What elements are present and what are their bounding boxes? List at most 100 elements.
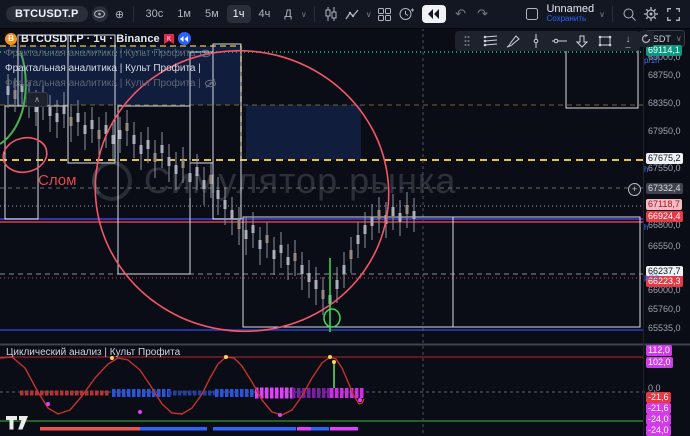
symbol-eye-badge[interactable] bbox=[92, 6, 108, 22]
horizontal-ray-tool[interactable] bbox=[551, 33, 567, 49]
legend-indicator-title: Фрактальная аналитика | Культ Профита bbox=[5, 48, 196, 59]
fullscreen-button[interactable] bbox=[662, 4, 684, 24]
watermark: Симулятор рынка bbox=[92, 160, 456, 202]
layout-name-block[interactable]: Unnamed Сохранить bbox=[546, 4, 594, 24]
chevron-down-icon[interactable]: ∨ bbox=[366, 10, 372, 19]
quick-search-button[interactable] bbox=[618, 4, 640, 24]
layout-grid-button[interactable] bbox=[374, 4, 396, 24]
legend-title-row[interactable]: B BTCUSDT.P · 1ч · Binance K bbox=[5, 31, 216, 46]
arrow-down-icon bbox=[576, 35, 588, 48]
refresh-button[interactable] bbox=[638, 31, 654, 47]
drag-handle[interactable] bbox=[459, 33, 475, 49]
gear-icon bbox=[644, 7, 658, 21]
eye-icon bbox=[94, 10, 105, 18]
timeframe-list: 30с1м5м1ч4чД bbox=[139, 5, 299, 23]
watermark-text: Симулятор рынка bbox=[144, 160, 456, 202]
price-level-label: 67675,2 bbox=[646, 153, 683, 164]
legend-indicator-row[interactable]: Фрактальная аналитика | Культ Профита bbox=[5, 46, 216, 61]
fullscreen-icon bbox=[667, 8, 680, 21]
tradingview-logo[interactable] bbox=[6, 416, 30, 436]
floating-drawing-toolbar bbox=[455, 31, 640, 51]
alert-clock-icon bbox=[399, 7, 414, 21]
price-level-label: -24,0 bbox=[646, 414, 671, 425]
replay-active-badge[interactable] bbox=[178, 32, 191, 45]
replay-button-active[interactable] bbox=[422, 5, 446, 23]
timeframe-Д[interactable]: Д bbox=[278, 5, 297, 23]
tradingview-logo-icon bbox=[6, 416, 30, 431]
axis-tick-label: 65760,0 bbox=[646, 304, 683, 315]
refresh-icon bbox=[641, 34, 651, 44]
top-toolbar: BTCUSDT.P ⊕ 30с1м5м1ч4чД ∨ ∨ bbox=[0, 0, 690, 29]
chart-window: BTCUSDT.P ⊕ 30с1м5м1ч4чД ∨ ∨ bbox=[0, 0, 690, 436]
download-button[interactable]: ↓ bbox=[620, 31, 636, 47]
eye-icon[interactable] bbox=[200, 49, 211, 58]
rectangle-tool[interactable] bbox=[597, 33, 613, 49]
timeframe-1м[interactable]: 1м bbox=[171, 5, 197, 23]
hray-icon bbox=[552, 38, 567, 44]
symbol-button[interactable]: BTCUSDT.P bbox=[6, 6, 88, 22]
chevron-down-icon[interactable]: ∨ bbox=[599, 10, 605, 19]
brush-icon bbox=[506, 35, 520, 48]
toolbar-separator bbox=[314, 6, 315, 22]
pane-collapse-button[interactable]: ∧ bbox=[26, 92, 48, 107]
square-icon bbox=[526, 8, 538, 20]
save-status-checkbox[interactable] bbox=[521, 4, 543, 24]
vertical-line-tool[interactable] bbox=[528, 33, 544, 49]
add-alert-plus-icon[interactable]: + bbox=[628, 183, 641, 196]
rectangle-icon bbox=[598, 35, 612, 47]
timeframe-level-tag: p/1h bbox=[644, 56, 660, 65]
legend-symbol-title: BTCUSDT.P · 1ч · Binance bbox=[21, 33, 160, 45]
timeframe-5м[interactable]: 5м bbox=[199, 5, 225, 23]
toolbar-right-cluster: Unnamed Сохранить ∨ bbox=[521, 4, 690, 24]
save-link[interactable]: Сохранить bbox=[546, 14, 586, 24]
legend-indicator-title: Фрактальная аналитика | Культ Профита | bbox=[5, 63, 201, 74]
timeframe-level-tag: h bbox=[644, 223, 648, 232]
compare-add-button[interactable]: ⊕ bbox=[112, 6, 128, 22]
axis-tick-label: 68750,0 bbox=[646, 70, 683, 81]
price-level-label: 67332,4+ bbox=[646, 183, 683, 194]
timeframe-1ч[interactable]: 1ч bbox=[227, 5, 251, 23]
toolbar-separator bbox=[133, 6, 134, 22]
axis-tick-label: 67550,0 bbox=[646, 163, 683, 174]
indicator-legend[interactable]: Циклический анализ | Культ Профита bbox=[6, 347, 180, 358]
price-level-label: 67118,7 bbox=[646, 199, 682, 210]
brush-tool[interactable] bbox=[505, 33, 521, 49]
indicators-icon bbox=[345, 8, 360, 21]
chevron-down-icon: ∨ bbox=[676, 34, 682, 43]
candle-style-button[interactable] bbox=[320, 4, 342, 24]
watermark-logo-icon bbox=[92, 161, 132, 201]
timeframe-level-tag: p/1h bbox=[644, 273, 660, 282]
axis-tick-label: 66550,0 bbox=[646, 241, 683, 252]
legend-indicator-row[interactable]: Фрактальная аналитика | Культ Профита | bbox=[5, 76, 216, 91]
candles-icon bbox=[324, 7, 338, 21]
alert-button[interactable] bbox=[396, 4, 418, 24]
layout-grid-icon bbox=[378, 8, 391, 21]
trend-lines-tool[interactable] bbox=[482, 33, 498, 49]
eye-off-icon[interactable] bbox=[205, 79, 216, 88]
price-axis[interactable]: USDT ∨ 69000,068750,068350,067950,067550… bbox=[644, 28, 690, 436]
undo-button[interactable]: ↶ bbox=[450, 4, 472, 24]
legend-indicator-row[interactable]: Фрактальная аналитика | Культ Профита | bbox=[5, 61, 216, 76]
toolbar-separator bbox=[612, 6, 613, 22]
legend-indicator-rows: Фрактальная аналитика | Культ Профита Фра… bbox=[5, 46, 216, 91]
binance-futures-icon: K bbox=[164, 34, 174, 44]
indicators-button[interactable] bbox=[342, 4, 364, 24]
rewind-icon bbox=[180, 36, 188, 42]
timeframe-30с[interactable]: 30с bbox=[140, 5, 170, 23]
axis-tick-label: 65535,0 bbox=[646, 323, 683, 334]
price-level-label: -24,0 bbox=[646, 425, 671, 436]
arrow-down-tool[interactable] bbox=[574, 33, 590, 49]
price-level-label: -21,6 bbox=[646, 392, 671, 403]
redo-button[interactable]: ↷ bbox=[472, 4, 494, 24]
chevron-down-icon[interactable]: ∨ bbox=[301, 10, 307, 19]
btc-coin-icon: B bbox=[5, 33, 17, 45]
layout-name: Unnamed bbox=[546, 4, 594, 14]
timeframe-level-tag: h bbox=[644, 165, 648, 174]
timeframe-4ч[interactable]: 4ч bbox=[253, 5, 277, 23]
settings-button[interactable] bbox=[640, 4, 662, 24]
price-level-label: 66924,4 bbox=[646, 211, 683, 222]
svg-text:K: K bbox=[167, 36, 171, 42]
price-level-label: -21,6 bbox=[646, 403, 671, 414]
trend-lines-icon bbox=[483, 35, 498, 47]
vline-icon bbox=[533, 34, 539, 48]
